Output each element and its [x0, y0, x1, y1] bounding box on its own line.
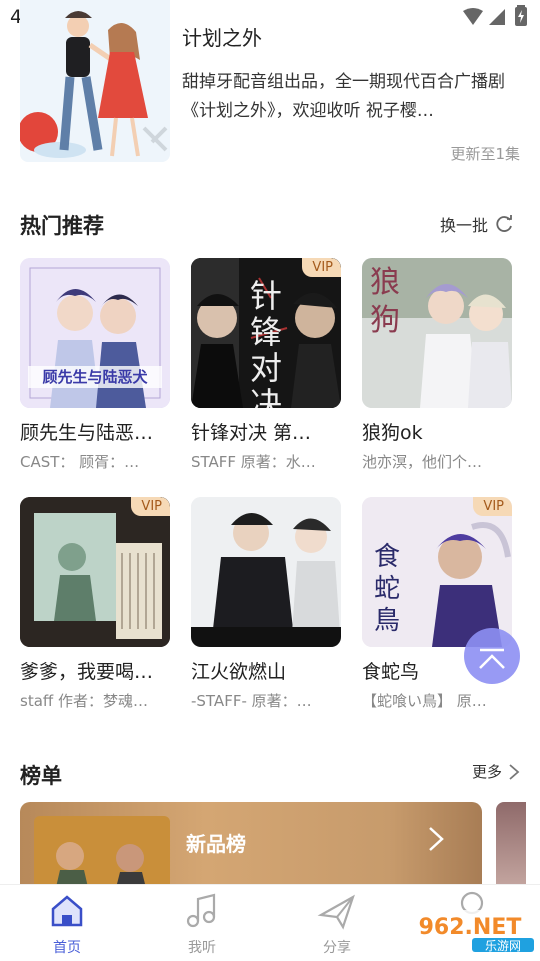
rank-cover — [34, 816, 170, 892]
hot-item-title: 爹爹，我要喝… — [20, 661, 154, 683]
hot-item-cover: 狼狗 — [362, 258, 512, 408]
hot-item-cover-text: 食蛇鳥 — [374, 542, 401, 636]
section-title-rank: 榜单 — [20, 764, 62, 788]
hot-item-title: 顾先生与陆恶… — [20, 422, 154, 444]
rank-banner-next[interactable] — [496, 802, 526, 892]
hot-item-subtitle: 池亦溟，他们个… — [362, 453, 483, 471]
watermark-subtext: 乐游网 — [485, 939, 521, 953]
vip-badge: VIP — [302, 258, 341, 277]
featured-title: 计划之外 — [182, 26, 262, 50]
hot-item-card[interactable]: VIP 爹爹，我要喝… staff 作者：梦魂… — [20, 497, 170, 711]
chevron-right-icon — [509, 763, 520, 780]
featured-update-status: 更新至1集 — [450, 145, 520, 163]
hot-item-title: 针锋对决 第… — [191, 422, 312, 444]
vip-badge: VIP — [131, 497, 170, 516]
rank-more-label: 更多 — [472, 763, 503, 781]
back-to-top-button[interactable] — [464, 628, 520, 684]
refresh-batch-button[interactable]: 换一批 — [440, 212, 514, 236]
nav-home[interactable]: 首页 — [27, 891, 107, 957]
refresh-batch-label: 换一批 — [440, 216, 489, 235]
rank-banner-label: 新品榜 — [186, 832, 246, 856]
hot-item-subtitle: CAST： 顾胥：… — [20, 453, 140, 471]
hot-item-subtitle: -STAFF- 原著：… — [191, 692, 312, 710]
hot-item-title: 狼狗ok — [362, 422, 423, 444]
hot-item-title: 江火欲燃山 — [191, 661, 287, 683]
rank-more-button[interactable]: 更多 — [472, 761, 520, 782]
hot-item-subtitle: 【蛇喰い鳥】 原… — [362, 692, 487, 710]
hot-item-cover: 食蛇鳥 VIP — [362, 497, 512, 647]
hot-item-cover — [191, 497, 341, 647]
arrow-up-icon — [479, 648, 505, 669]
hot-item-cover-text: 狼狗 — [370, 265, 400, 338]
nav-share-label: 分享 — [323, 940, 351, 956]
hot-item-card[interactable]: 顾先生与陆恶犬 顾先生与陆恶… CAST： 顾胥：… — [20, 258, 170, 472]
hot-item-subtitle: STAFF 原著：水… — [191, 453, 316, 471]
chevron-right-icon — [429, 827, 444, 851]
paper-plane-icon — [317, 894, 355, 930]
vip-badge: VIP — [473, 497, 512, 516]
nav-listen[interactable]: 我听 — [162, 891, 242, 957]
hot-item-cover-text: 针锋对决 — [249, 277, 282, 408]
nav-home-label: 首页 — [53, 940, 81, 956]
watermark-logo: 962.NET 乐游网 — [402, 908, 538, 954]
hot-item-subtitle: staff 作者：梦魂… — [20, 692, 148, 710]
music-note-icon — [186, 893, 216, 928]
featured-description: 甜掉牙配音组出品，全一期现代百合广播剧《计划之外》，欢迎收听 祝子樱… — [182, 72, 505, 121]
watermark-text: 962.NET — [419, 915, 522, 940]
hot-item-card[interactable]: 狼狗 狼狗ok 池亦溟，他们个… — [362, 258, 512, 472]
hot-item-cover: 针锋对决 VIP — [191, 258, 341, 408]
section-title-hot: 热门推荐 — [20, 214, 104, 238]
featured-item[interactable]: 计划之外 甜掉牙配音组出品，全一期现代百合广播剧《计划之外》，欢迎收听 祝子樱…… — [20, 0, 520, 165]
refresh-icon — [496, 215, 512, 232]
hot-item-cover: VIP — [20, 497, 170, 647]
hot-item-card[interactable]: 江火欲燃山 -STAFF- 原著：… — [191, 497, 341, 711]
rank-banner-new[interactable]: 新品榜 — [20, 802, 482, 892]
nav-listen-label: 我听 — [188, 940, 216, 956]
hot-item-cover: 顾先生与陆恶犬 — [20, 258, 170, 408]
hot-item-cover-text: 顾先生与陆恶犬 — [42, 368, 148, 386]
nav-share[interactable]: 分享 — [297, 891, 377, 957]
home-icon — [51, 895, 83, 927]
featured-cover — [20, 0, 170, 162]
hot-item-card[interactable]: 针锋对决 VIP 针锋对决 第… STAFF 原著：水… — [191, 258, 341, 472]
